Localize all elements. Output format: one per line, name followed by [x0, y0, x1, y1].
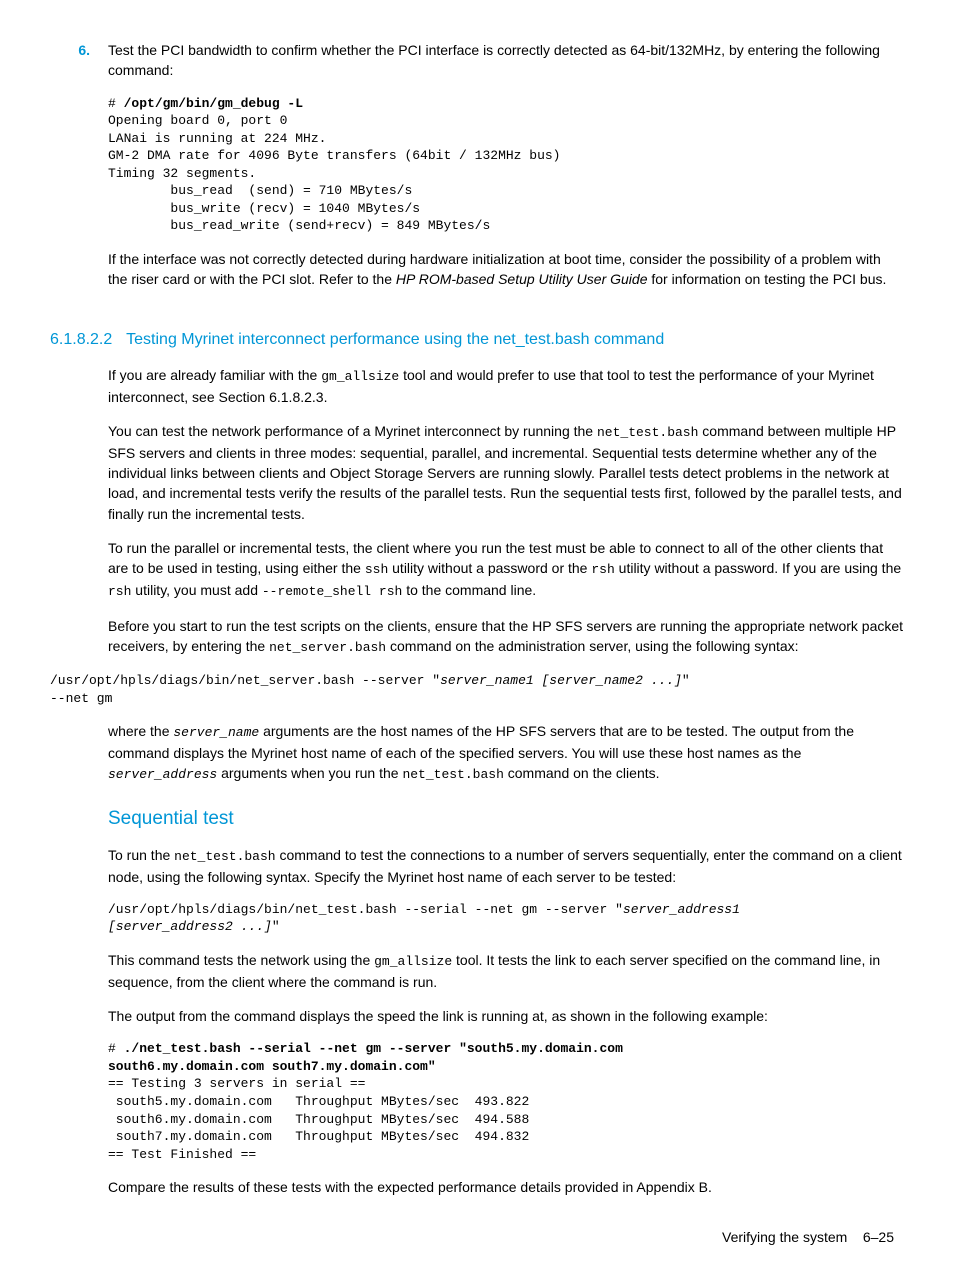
para-server-name: where the server_name arguments are the … [108, 721, 904, 785]
para-cmd-desc: This command tests the network using the… [108, 950, 904, 992]
para-compare: Compare the results of these tests with … [108, 1177, 904, 1197]
section-heading: 6.1.8.2.2 Testing Myrinet interconnect p… [50, 328, 904, 351]
step6-after: If the interface was not correctly detec… [108, 249, 904, 290]
para-intro: If you are already familiar with the gm_… [108, 365, 904, 407]
subsection-sequential: Sequential test [108, 805, 904, 833]
step-body: Test the PCI bandwidth to confirm whethe… [108, 40, 904, 304]
para-before-run: Before you start to run the test scripts… [108, 616, 904, 658]
code-net-server: /usr/opt/hpls/diags/bin/net_server.bash … [50, 672, 904, 707]
para-parallel-req: To run the parallel or incremental tests… [108, 538, 904, 602]
para-output-intro: The output from the command displays the… [108, 1006, 904, 1026]
para-overview: You can test the network performance of … [108, 421, 904, 524]
page-footer: Verifying the system 6–25 [50, 1227, 904, 1247]
step6-intro: Test the PCI bandwidth to confirm whethe… [108, 40, 904, 81]
step-number: 6. [50, 40, 108, 304]
para-sequential-run: To run the net_test.bash command to test… [108, 845, 904, 887]
step6-code: # /opt/gm/bin/gm_debug -L Opening board … [108, 95, 904, 235]
step-6: 6. Test the PCI bandwidth to confirm whe… [50, 40, 904, 304]
code-net-test: /usr/opt/hpls/diags/bin/net_test.bash --… [108, 901, 904, 936]
code-output-example: # ./net_test.bash --serial --net gm --se… [108, 1040, 904, 1163]
